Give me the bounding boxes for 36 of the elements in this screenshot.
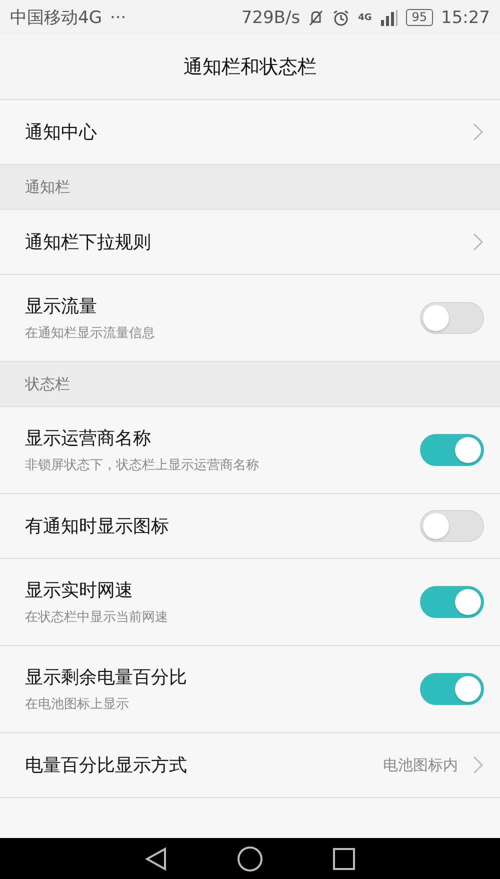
toggle-switch[interactable] [420, 510, 484, 542]
item-description: 在状态栏中显示当前网速 [25, 609, 169, 626]
battery-indicator: 95 [406, 9, 433, 26]
toggle-switch[interactable] [420, 434, 484, 466]
alarm-clock-icon [332, 8, 350, 26]
item-label: 显示剩余电量百分比 [25, 666, 188, 689]
item-label: 显示流量 [25, 295, 98, 318]
back-icon[interactable] [145, 846, 167, 870]
chevron-right-icon [472, 232, 484, 252]
network-speed: 729B/s [241, 8, 300, 28]
clock: 15:27 [441, 8, 490, 28]
carrier-name: 中国移动4G [10, 7, 102, 29]
item-label: 显示运营商名称 [25, 427, 152, 450]
more-indicator: ··· [110, 8, 126, 28]
toggle-switch[interactable] [420, 302, 484, 334]
chevron-right-icon [472, 122, 484, 142]
toggle-switch[interactable] [420, 586, 484, 618]
section-header: 状态栏 [25, 374, 70, 394]
item-description: 非锁屏状态下，状态栏上显示运营商名称 [25, 457, 260, 474]
item-value: 电池图标内 [383, 756, 458, 774]
page-title: 通知栏和状态栏 [184, 55, 316, 80]
item-label: 通知中心 [25, 121, 98, 144]
section-header: 通知栏 [25, 178, 70, 196]
bell-muted-icon [308, 8, 324, 26]
network-type-label: 4G [358, 12, 372, 22]
chevron-right-icon [472, 755, 484, 775]
home-icon[interactable] [237, 846, 263, 872]
signal-icon [380, 10, 398, 26]
item-label: 通知栏下拉规则 [25, 231, 152, 254]
item-label: 显示实时网速 [25, 579, 134, 602]
item-label: 有通知时显示图标 [25, 515, 170, 538]
item-label: 电量百分比显示方式 [25, 754, 188, 777]
toggle-switch[interactable] [420, 673, 484, 705]
item-description: 在电池图标上显示 [25, 696, 130, 713]
recent-apps-icon[interactable] [333, 848, 355, 870]
item-description: 在通知栏显示流量信息 [25, 325, 156, 342]
